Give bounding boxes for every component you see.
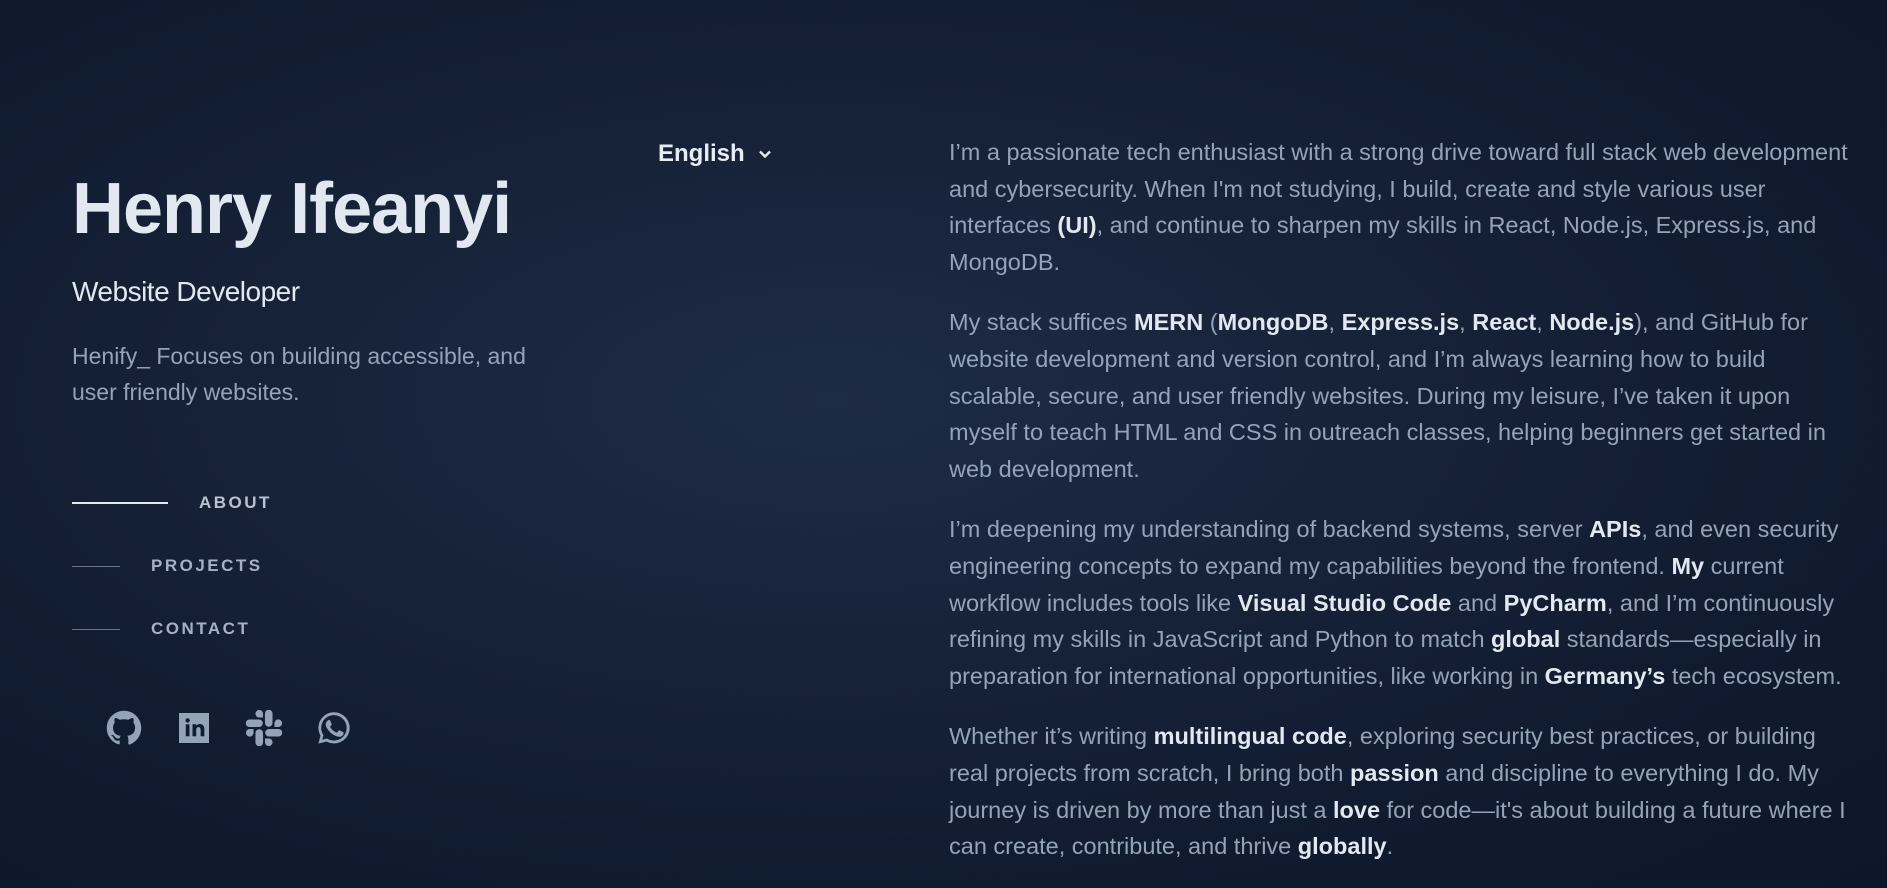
- highlight-term: globally: [1297, 833, 1387, 860]
- github-icon: [106, 710, 142, 745]
- nav-label: PROJECTS: [151, 556, 263, 575]
- profile-role: Website Developer: [72, 276, 300, 307]
- highlight-term: love: [1333, 796, 1381, 823]
- linkedin-link[interactable]: [176, 710, 212, 746]
- highlight-term: MongoDB: [1217, 309, 1329, 336]
- slack-link[interactable]: [246, 710, 282, 746]
- highlight-term: React: [1472, 309, 1537, 336]
- nav-item-contact[interactable]: CONTACT: [72, 614, 272, 644]
- nav-indicator-line: [72, 628, 120, 630]
- nav-label: CONTACT: [151, 619, 251, 638]
- about-section: I’m a passionate tech enthusiast with a …: [949, 134, 1849, 888]
- whatsapp-icon: [318, 712, 350, 744]
- about-paragraph: Whether it’s writing multilingual code, …: [949, 723, 1846, 860]
- highlight-term: global: [1491, 626, 1561, 653]
- about-paragraph: I’m deepening my understanding of backen…: [949, 516, 1842, 689]
- highlight-term: (UI): [1057, 212, 1097, 239]
- highlight-term: PyCharm: [1503, 589, 1607, 616]
- nav-indicator-line: [72, 565, 120, 567]
- nav-item-projects[interactable]: PROJECTS: [72, 551, 272, 581]
- about-paragraph: I’m a passionate tech enthusiast with a …: [949, 139, 1848, 275]
- section-nav: ABOUT PROJECTS CONTACT: [72, 488, 272, 677]
- highlight-term: Visual Studio Code: [1237, 589, 1452, 616]
- about-paragraph: My stack suffices MERN (MongoDB, Express…: [949, 309, 1826, 482]
- highlight-term: multilingual code: [1153, 723, 1347, 750]
- highlight-term: Express.js: [1341, 309, 1460, 336]
- github-link[interactable]: [106, 710, 142, 746]
- nav-label: ABOUT: [199, 493, 272, 512]
- social-links: [106, 710, 352, 746]
- whatsapp-link[interactable]: [316, 710, 352, 746]
- linkedin-icon: [179, 713, 209, 743]
- language-selected: English: [658, 140, 745, 167]
- slack-icon: [246, 710, 282, 746]
- nav-indicator-line: [72, 502, 168, 504]
- highlight-term: APIs: [1589, 516, 1642, 543]
- highlight-term: Node.js: [1549, 309, 1635, 336]
- highlight-term: MERN: [1134, 309, 1204, 336]
- profile-name: Henry Ifeanyi: [72, 169, 512, 249]
- highlight-term: Germany’s: [1544, 662, 1666, 689]
- highlight-term: My: [1671, 552, 1705, 579]
- nav-item-about[interactable]: ABOUT: [72, 488, 272, 518]
- chevron-down-icon: [758, 150, 771, 159]
- profile-tagline: Henify_ Focuses on building accessible, …: [72, 343, 526, 405]
- highlight-term: passion: [1349, 759, 1439, 786]
- language-select[interactable]: English: [658, 140, 773, 168]
